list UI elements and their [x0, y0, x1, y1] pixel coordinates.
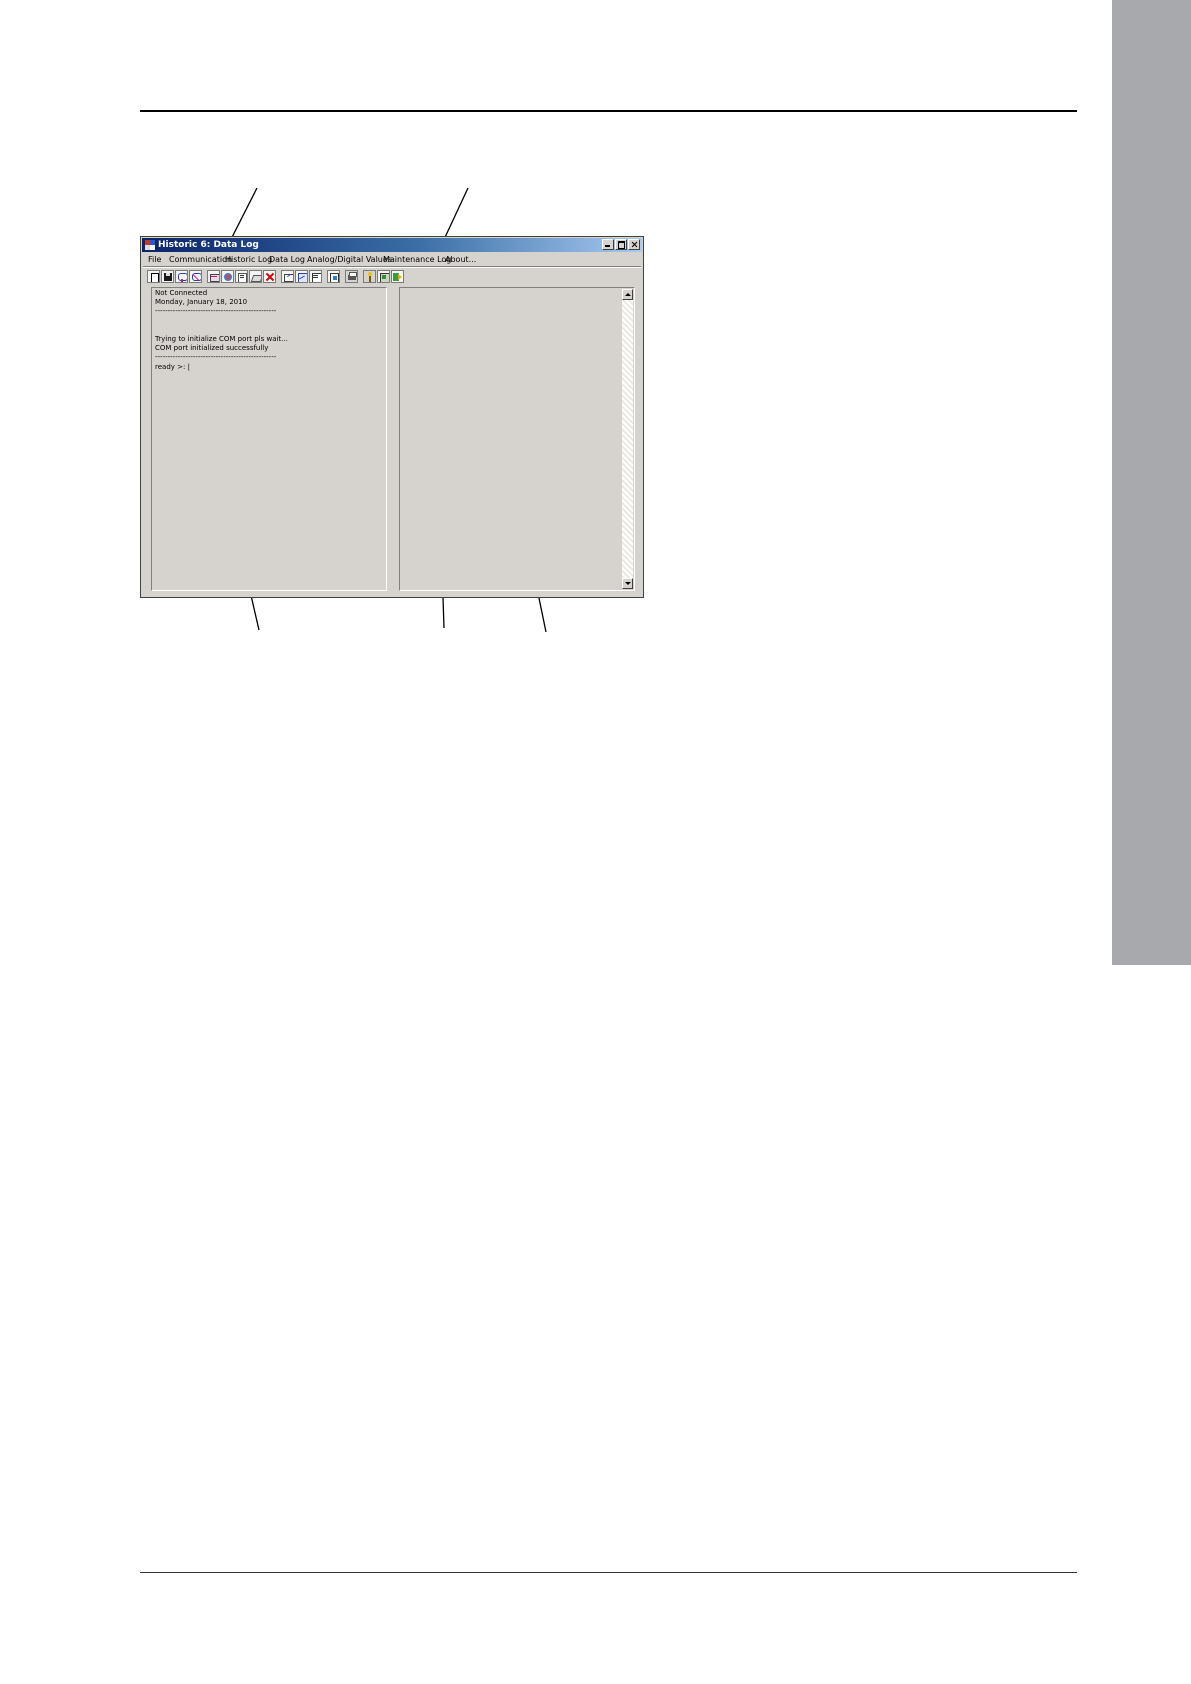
- console-output: Not Connected Monday, January 18, 2010 ---…: [155, 289, 288, 372]
- menu-data-log[interactable]: Data Log: [269, 255, 305, 264]
- delete-icon[interactable]: [263, 270, 276, 283]
- toolbar: [147, 269, 641, 285]
- app-window: Historic 6: Data Log File Communication …: [140, 236, 644, 598]
- connect-icon[interactable]: [175, 270, 188, 283]
- analog-values-icon[interactable]: [235, 270, 248, 283]
- console-line: COM port initialized successfully: [155, 344, 269, 353]
- footer-rule: [140, 1572, 1077, 1573]
- console-line: Monday, January 18, 2010: [155, 298, 248, 307]
- scroll-down-icon[interactable]: [622, 578, 633, 589]
- page-side-tab: [1112, 0, 1191, 965]
- maximize-button[interactable]: [615, 239, 627, 250]
- minimize-button[interactable]: [602, 239, 614, 250]
- convert-icon[interactable]: [327, 270, 340, 283]
- menu-historic-log[interactable]: Historic Log: [225, 255, 272, 264]
- console-pane[interactable]: Not Connected Monday, January 18, 2010 ---…: [151, 287, 387, 591]
- menu-communication[interactable]: Communication: [169, 255, 232, 264]
- report-icon[interactable]: [309, 270, 322, 283]
- new-file-icon[interactable]: [147, 270, 160, 283]
- maintenance-icon[interactable]: [249, 270, 262, 283]
- console-line: ----------------------------------------…: [155, 307, 277, 316]
- console-line: Trying to initialize COM port pls wait..…: [155, 335, 288, 344]
- menu-bar: File Communication Historic Log Data Log…: [143, 253, 641, 266]
- data-pane[interactable]: [399, 287, 635, 591]
- console-line: Not Connected: [155, 289, 208, 297]
- title-bar[interactable]: Historic 6: Data Log: [142, 238, 642, 252]
- data-log-icon[interactable]: [221, 270, 234, 283]
- console-line: ----------------------------------------…: [155, 353, 277, 362]
- header-rule: [140, 110, 1077, 112]
- menu-analog-digital-values[interactable]: Analog/Digital Values: [307, 255, 392, 264]
- scroll-up-icon[interactable]: [622, 289, 633, 300]
- graph-icon[interactable]: [295, 270, 308, 283]
- menu-file[interactable]: File: [148, 255, 161, 264]
- exit-icon[interactable]: [391, 270, 404, 283]
- disconnect-icon[interactable]: [189, 270, 202, 283]
- app-icon: [145, 240, 155, 250]
- window-title: Historic 6: Data Log: [158, 240, 259, 250]
- vertical-scrollbar[interactable]: [622, 289, 633, 589]
- print-icon[interactable]: [345, 270, 358, 283]
- help-icon[interactable]: [363, 270, 376, 283]
- console-line: ready >: |: [155, 362, 190, 371]
- historic-log-icon[interactable]: [207, 270, 220, 283]
- menu-maintenance-log[interactable]: Maintenance Log: [383, 255, 451, 264]
- menu-about[interactable]: About...: [445, 255, 476, 264]
- export-icon[interactable]: [281, 270, 294, 283]
- close-button[interactable]: [628, 239, 640, 250]
- menu-separator: [143, 266, 641, 268]
- save-icon[interactable]: [161, 270, 174, 283]
- settings-icon[interactable]: [377, 270, 390, 283]
